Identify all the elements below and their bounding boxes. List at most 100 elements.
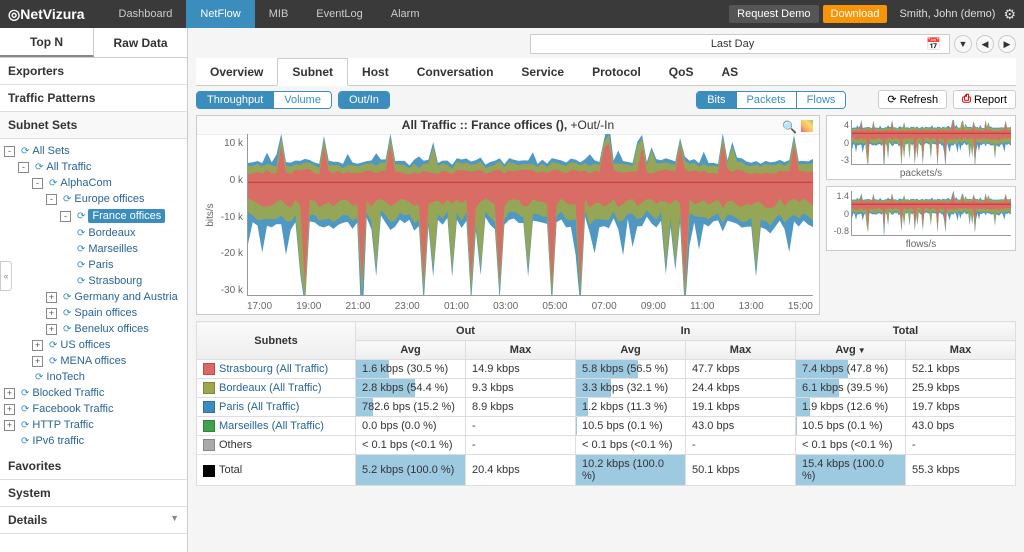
cell: 3.3 kbps (32.1 %) — [576, 379, 686, 398]
tree-item[interactable]: +⟳Facebook Traffic — [0, 401, 187, 417]
expand-icon[interactable]: + — [4, 388, 15, 399]
cell: 1.6 kbps (30.5 %) — [356, 360, 466, 379]
daterange-dropdown-button[interactable]: ▼ — [954, 35, 972, 53]
section-system[interactable]: System — [0, 480, 187, 507]
subnet-link[interactable]: Strasbourg (All Traffic) — [219, 363, 328, 375]
collapse-icon[interactable]: - — [18, 162, 29, 173]
subnet-link[interactable]: Marseilles (All Traffic) — [219, 420, 324, 432]
download-button[interactable]: Download — [823, 5, 888, 23]
tree-item[interactable]: +⟳Spain offices — [0, 305, 187, 321]
pill-throughput[interactable]: Throughput — [197, 92, 274, 108]
content-tab-protocol[interactable]: Protocol — [578, 58, 655, 85]
expand-icon[interactable]: + — [4, 404, 15, 415]
pill-flows[interactable]: Flows — [797, 92, 846, 108]
section-details[interactable]: Details ▼ — [0, 507, 187, 534]
gear-icon[interactable]: ⚙ — [1003, 6, 1016, 23]
daterange-next-button[interactable]: ▶ — [998, 35, 1016, 53]
th-avg-5[interactable]: Avg▼ — [796, 341, 906, 360]
cell: 52.1 kbps — [906, 360, 1016, 379]
tree-item[interactable]: -⟳France offices — [0, 207, 187, 225]
tree: -⟳All Sets-⟳All Traffic-⟳AlphaCom-⟳Europ… — [0, 139, 187, 453]
content-tab-as[interactable]: AS — [707, 58, 752, 85]
table-row: Others< 0.1 bps (<0.1 %)-< 0.1 bps (<0.1… — [197, 436, 1016, 455]
node-icon: ⟳ — [63, 324, 71, 335]
tree-item[interactable]: -⟳AlphaCom — [0, 175, 187, 191]
tree-item[interactable]: -⟳All Sets — [0, 143, 187, 159]
cell: 10.5 bps (0.1 %) — [796, 417, 906, 436]
report-button[interactable]: ⎙Report — [953, 90, 1016, 109]
tree-item[interactable]: +⟳US offices — [0, 337, 187, 353]
cell: < 0.1 bps (<0.1 %) — [576, 436, 686, 455]
content-tab-overview[interactable]: Overview — [196, 58, 277, 85]
nav-tab-mib[interactable]: MIB — [255, 0, 303, 28]
pill-volume[interactable]: Volume — [274, 92, 331, 108]
section-subnet-sets[interactable]: Subnet Sets — [0, 112, 187, 139]
cell: - — [466, 436, 576, 455]
section-exporters[interactable]: Exporters — [0, 58, 187, 85]
collapse-icon[interactable]: - — [32, 178, 43, 189]
daterange-select[interactable]: Last Day 📅 — [530, 34, 950, 54]
color-icon[interactable] — [801, 120, 813, 132]
y-axis: 10 k0 k-10 k-20 k-30 k — [215, 138, 243, 296]
expand-icon[interactable]: + — [46, 324, 57, 335]
tree-item[interactable]: -⟳All Traffic — [0, 159, 187, 175]
th-max-2[interactable]: Max — [466, 341, 576, 360]
tree-item[interactable]: +⟳HTTP Traffic — [0, 417, 187, 433]
sidebar: Top NRaw Data Exporters Traffic Patterns… — [0, 28, 188, 552]
content-tab-service[interactable]: Service — [507, 58, 578, 85]
mini-chart-packets[interactable]: 40-3 packets/s — [826, 115, 1016, 180]
th-max-6[interactable]: Max — [906, 341, 1016, 360]
subnet-link[interactable]: Bordeaux (All Traffic) — [219, 382, 322, 394]
content-tab-subnet[interactable]: Subnet — [277, 58, 348, 86]
nav-tab-eventlog[interactable]: EventLog — [302, 0, 376, 28]
section-traffic-patterns[interactable]: Traffic Patterns — [0, 85, 187, 112]
user-name[interactable]: Smith, John (demo) — [899, 8, 995, 20]
th-subnets[interactable]: Subnets — [197, 322, 356, 360]
tree-item[interactable]: ⟳InoTech — [0, 369, 187, 385]
tree-item[interactable]: ⟳Bordeaux — [0, 225, 187, 241]
expand-icon[interactable]: + — [4, 420, 15, 431]
daterange-prev-button[interactable]: ◀ — [976, 35, 994, 53]
tree-item[interactable]: ⟳Paris — [0, 257, 187, 273]
tree-item[interactable]: ⟳IPv6 traffic — [0, 433, 187, 449]
tree-item-label: Benelux offices — [74, 323, 148, 335]
mini-chart-flows[interactable]: 1.40-0.8 flows/s — [826, 186, 1016, 251]
content-tab-conversation[interactable]: Conversation — [403, 58, 508, 85]
tree-item[interactable]: + ⟳Benelux offices — [0, 321, 187, 337]
pill-packets[interactable]: Packets — [737, 92, 797, 108]
tree-item[interactable]: -⟳Europe offices — [0, 191, 187, 207]
tree-item[interactable]: ⟳Strasbourg — [0, 273, 187, 289]
expand-icon[interactable]: + — [32, 340, 43, 351]
nav-tab-alarm[interactable]: Alarm — [377, 0, 434, 28]
content-tab-qos[interactable]: QoS — [655, 58, 708, 85]
th-avg-1[interactable]: Avg — [356, 341, 466, 360]
measure-toggle: BitsPacketsFlows — [696, 91, 846, 109]
th-max-4[interactable]: Max — [686, 341, 796, 360]
zoom-icon[interactable]: 🔍 — [782, 120, 797, 134]
unit-throughput-volume: ThroughputVolume — [196, 91, 332, 109]
section-favorites[interactable]: Favorites — [0, 453, 187, 480]
th-avg-3[interactable]: Avg — [576, 341, 686, 360]
expand-icon[interactable]: + — [46, 292, 57, 303]
pill-bits[interactable]: Bits — [697, 92, 736, 108]
nav-tab-netflow[interactable]: NetFlow — [186, 0, 254, 28]
refresh-button[interactable]: ⟳Refresh — [878, 90, 947, 109]
subnet-link[interactable]: Paris (All Traffic) — [219, 401, 299, 413]
pill-outin[interactable]: Out/In — [339, 92, 389, 108]
tree-item[interactable]: +⟳Germany and Austria — [0, 289, 187, 305]
side-tab-raw-data[interactable]: Raw Data — [94, 28, 187, 57]
plot-area[interactable] — [247, 134, 813, 296]
tree-item[interactable]: +⟳Blocked Traffic — [0, 385, 187, 401]
collapse-icon[interactable]: - — [4, 146, 15, 157]
request-demo-button[interactable]: Request Demo — [729, 5, 818, 23]
tree-item[interactable]: ⟳Marseilles — [0, 241, 187, 257]
collapse-icon[interactable]: - — [46, 194, 57, 205]
expand-icon[interactable]: + — [32, 356, 43, 367]
collapse-icon[interactable]: - — [60, 211, 71, 222]
content-tab-host[interactable]: Host — [348, 58, 403, 85]
sidebar-collapse-handle[interactable]: « — [0, 261, 12, 291]
nav-tab-dashboard[interactable]: Dashboard — [105, 0, 187, 28]
expand-icon[interactable]: + — [46, 308, 57, 319]
tree-item[interactable]: +⟳MENA offices — [0, 353, 187, 369]
side-tab-top-n[interactable]: Top N — [0, 28, 94, 57]
